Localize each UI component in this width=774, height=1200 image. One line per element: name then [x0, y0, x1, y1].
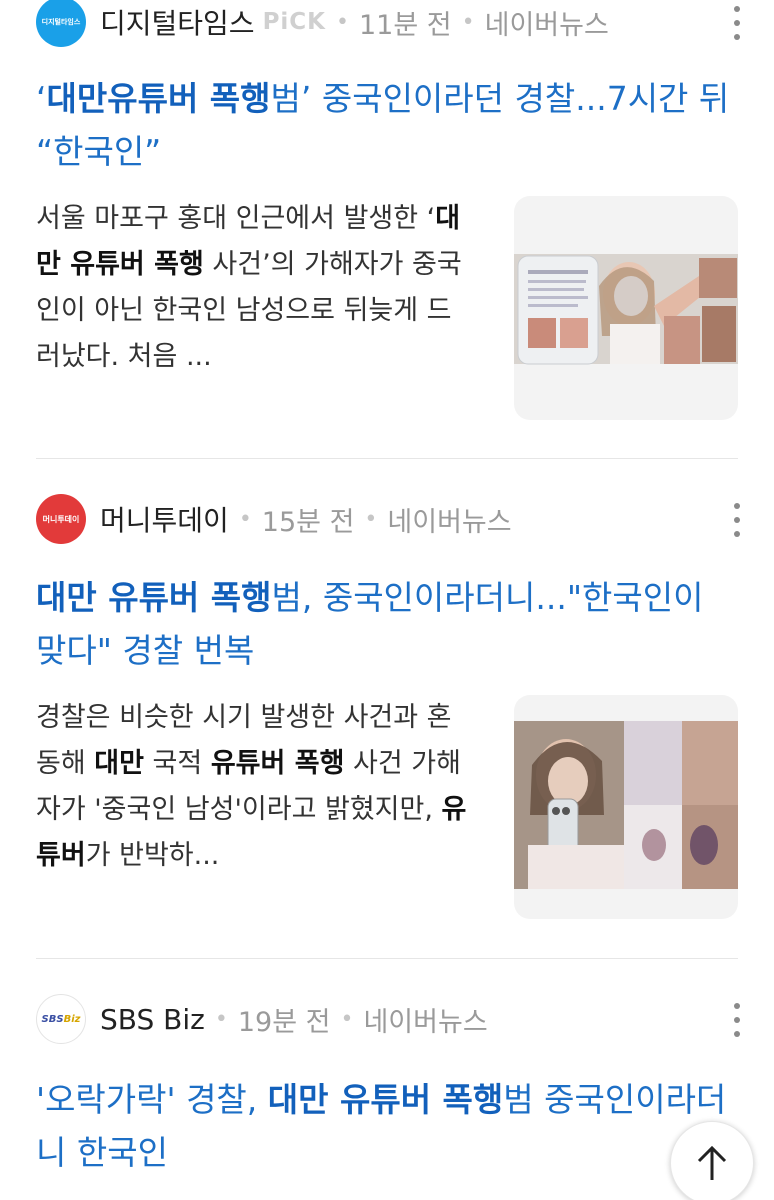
- source-row: 머니투데이 머니투데이 • 15분 전 • 네이버뉴스: [36, 494, 740, 544]
- article-title[interactable]: 대만 유튜버 폭행범, 중국인이라더니..."한국인이 맞다" 경찰 번복: [36, 571, 738, 677]
- separator-dot: •: [238, 506, 252, 532]
- separator-dot: •: [336, 9, 349, 35]
- platform-label: 네이버뉴스: [363, 1006, 488, 1038]
- separator-dot: •: [340, 1006, 354, 1032]
- pick-badge: PiCK: [262, 9, 327, 35]
- news-card[interactable]: 머니투데이 머니투데이 • 15분 전 • 네이버뉴스 대만 유튜버 폭행범, …: [36, 494, 740, 919]
- separator-dot: •: [364, 506, 378, 532]
- more-options-icon[interactable]: [730, 6, 744, 40]
- article-snippet[interactable]: 서울 마포구 홍대 인근에서 발생한 ‘대만 유튜버 폭행 사건’의 가해자가 …: [36, 196, 476, 420]
- article-title[interactable]: ‘대만유튜버 폭행범’ 중국인이라던 경찰...7시간 뒤 “한국인”: [36, 72, 738, 178]
- article-thumbnail[interactable]: [514, 695, 738, 919]
- source-name[interactable]: 머니투데이: [100, 499, 229, 539]
- separator-dot: •: [461, 9, 475, 35]
- article-snippet[interactable]: 경찰은 비슷한 시기 발생한 사건과 혼동해 대만 국적 유튜버 폭행 사건 가…: [36, 695, 476, 919]
- source-name[interactable]: 디지털타임스: [100, 2, 255, 42]
- platform-label: 네이버뉴스: [484, 9, 609, 41]
- divider: [36, 458, 738, 459]
- time-ago: 15분 전: [261, 506, 355, 538]
- more-options-icon[interactable]: [730, 1003, 744, 1037]
- more-options-icon[interactable]: [730, 503, 744, 537]
- source-row: SBS Biz SBS Biz • 19분 전 • 네이버뉴스: [36, 994, 740, 1044]
- divider: [36, 958, 738, 959]
- article-thumbnail[interactable]: [514, 196, 738, 420]
- source-logo: SBS Biz: [36, 994, 86, 1044]
- source-logo: 머니투데이: [36, 494, 86, 544]
- source-name[interactable]: SBS Biz: [100, 1003, 205, 1036]
- source-logo: 디지털타임스: [36, 0, 86, 47]
- article-title[interactable]: '오락가락' 경찰, 대만 유튜버 폭행범 중국인이라더니 한국인: [36, 1073, 738, 1179]
- scroll-to-top-button[interactable]: [670, 1121, 754, 1200]
- thumbnail-image: [514, 721, 738, 889]
- thumbnail-image: [514, 254, 738, 365]
- article-body: 서울 마포구 홍대 인근에서 발생한 ‘대만 유튜버 폭행 사건’의 가해자가 …: [36, 196, 738, 420]
- source-row: 디지털타임스 디지털타임스 PiCK • 11분 전 • 네이버뉴스: [36, 0, 740, 47]
- platform-label: 네이버뉴스: [387, 506, 512, 538]
- news-card[interactable]: SBS Biz SBS Biz • 19분 전 • 네이버뉴스 '오락가락' 경찰…: [36, 994, 740, 1179]
- separator-dot: •: [214, 1006, 228, 1032]
- arrow-up-icon: [697, 1145, 727, 1180]
- time-ago: 19분 전: [237, 1006, 331, 1038]
- time-ago: 11분 전: [359, 9, 452, 41]
- news-card[interactable]: 디지털타임스 디지털타임스 PiCK • 11분 전 • 네이버뉴스 ‘대만유튜…: [36, 0, 740, 420]
- article-body: 경찰은 비슷한 시기 발생한 사건과 혼동해 대만 국적 유튜버 폭행 사건 가…: [36, 695, 738, 919]
